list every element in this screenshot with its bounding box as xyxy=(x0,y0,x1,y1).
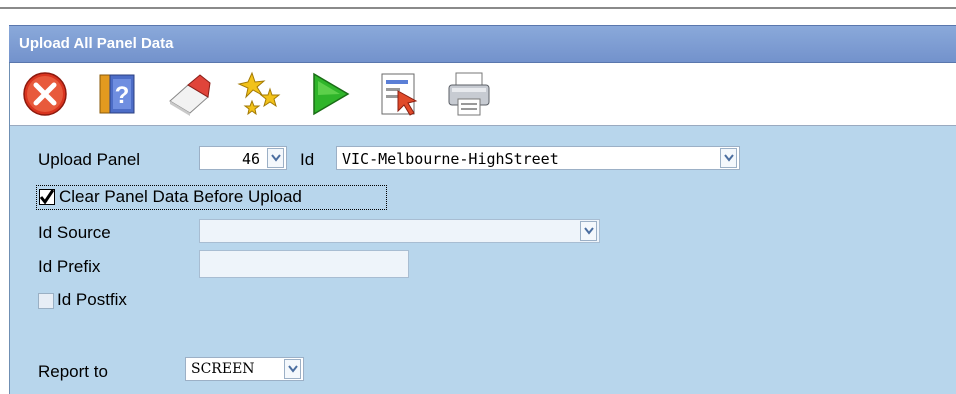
id-source-dropdown-button[interactable] xyxy=(580,221,597,241)
play-icon xyxy=(313,72,350,116)
id-source-select[interactable] xyxy=(199,219,600,243)
upload-panel-dropdown-button[interactable] xyxy=(267,148,284,168)
select-document-button[interactable] xyxy=(376,71,422,117)
id-value: VIC-Melbourne-HighStreet xyxy=(342,150,559,168)
id-postfix-label[interactable]: Id Postfix xyxy=(57,290,127,310)
id-postfix-checkbox[interactable] xyxy=(38,293,54,309)
magic-button[interactable] xyxy=(236,71,282,117)
id-select[interactable]: VIC-Melbourne-HighStreet xyxy=(336,146,740,170)
svg-text:?: ? xyxy=(115,82,130,109)
upload-panel-value: 46 xyxy=(241,150,260,168)
report-to-select[interactable]: SCREEN xyxy=(185,357,304,381)
print-button[interactable] xyxy=(446,71,492,117)
id-source-label: Id Source xyxy=(38,223,111,242)
close-icon xyxy=(23,72,67,116)
run-button[interactable] xyxy=(306,71,352,117)
clear-panel-label[interactable]: Clear Panel Data Before Upload xyxy=(59,187,302,207)
top-divider xyxy=(0,7,956,9)
chevron-down-icon xyxy=(288,365,298,373)
sparkle-icon xyxy=(237,71,281,116)
id-prefix-input[interactable] xyxy=(199,250,409,278)
upload-panel-select[interactable]: 46 xyxy=(199,146,287,170)
close-button[interactable] xyxy=(22,71,68,117)
report-to-dropdown-button[interactable] xyxy=(284,359,301,379)
toolbar: ? xyxy=(10,63,956,126)
chevron-down-icon xyxy=(724,154,734,162)
chevron-down-icon xyxy=(584,227,594,235)
window-title: Upload All Panel Data xyxy=(19,35,174,52)
id-label: Id xyxy=(300,150,315,169)
upload-panel-label: Upload Panel xyxy=(38,150,141,169)
report-to-label: Report to xyxy=(38,362,108,381)
printer-icon xyxy=(448,72,490,116)
help-button[interactable]: ? xyxy=(94,71,140,117)
window-titlebar: Upload All Panel Data xyxy=(9,25,956,63)
document-select-icon xyxy=(381,73,418,116)
report-to-value: SCREEN xyxy=(191,361,255,377)
id-prefix-label: Id Prefix xyxy=(38,257,101,276)
clear-button[interactable] xyxy=(166,71,212,117)
eraser-icon xyxy=(169,74,211,116)
id-dropdown-button[interactable] xyxy=(720,148,737,168)
chevron-down-icon xyxy=(271,154,281,162)
help-book-icon: ? xyxy=(99,74,135,114)
